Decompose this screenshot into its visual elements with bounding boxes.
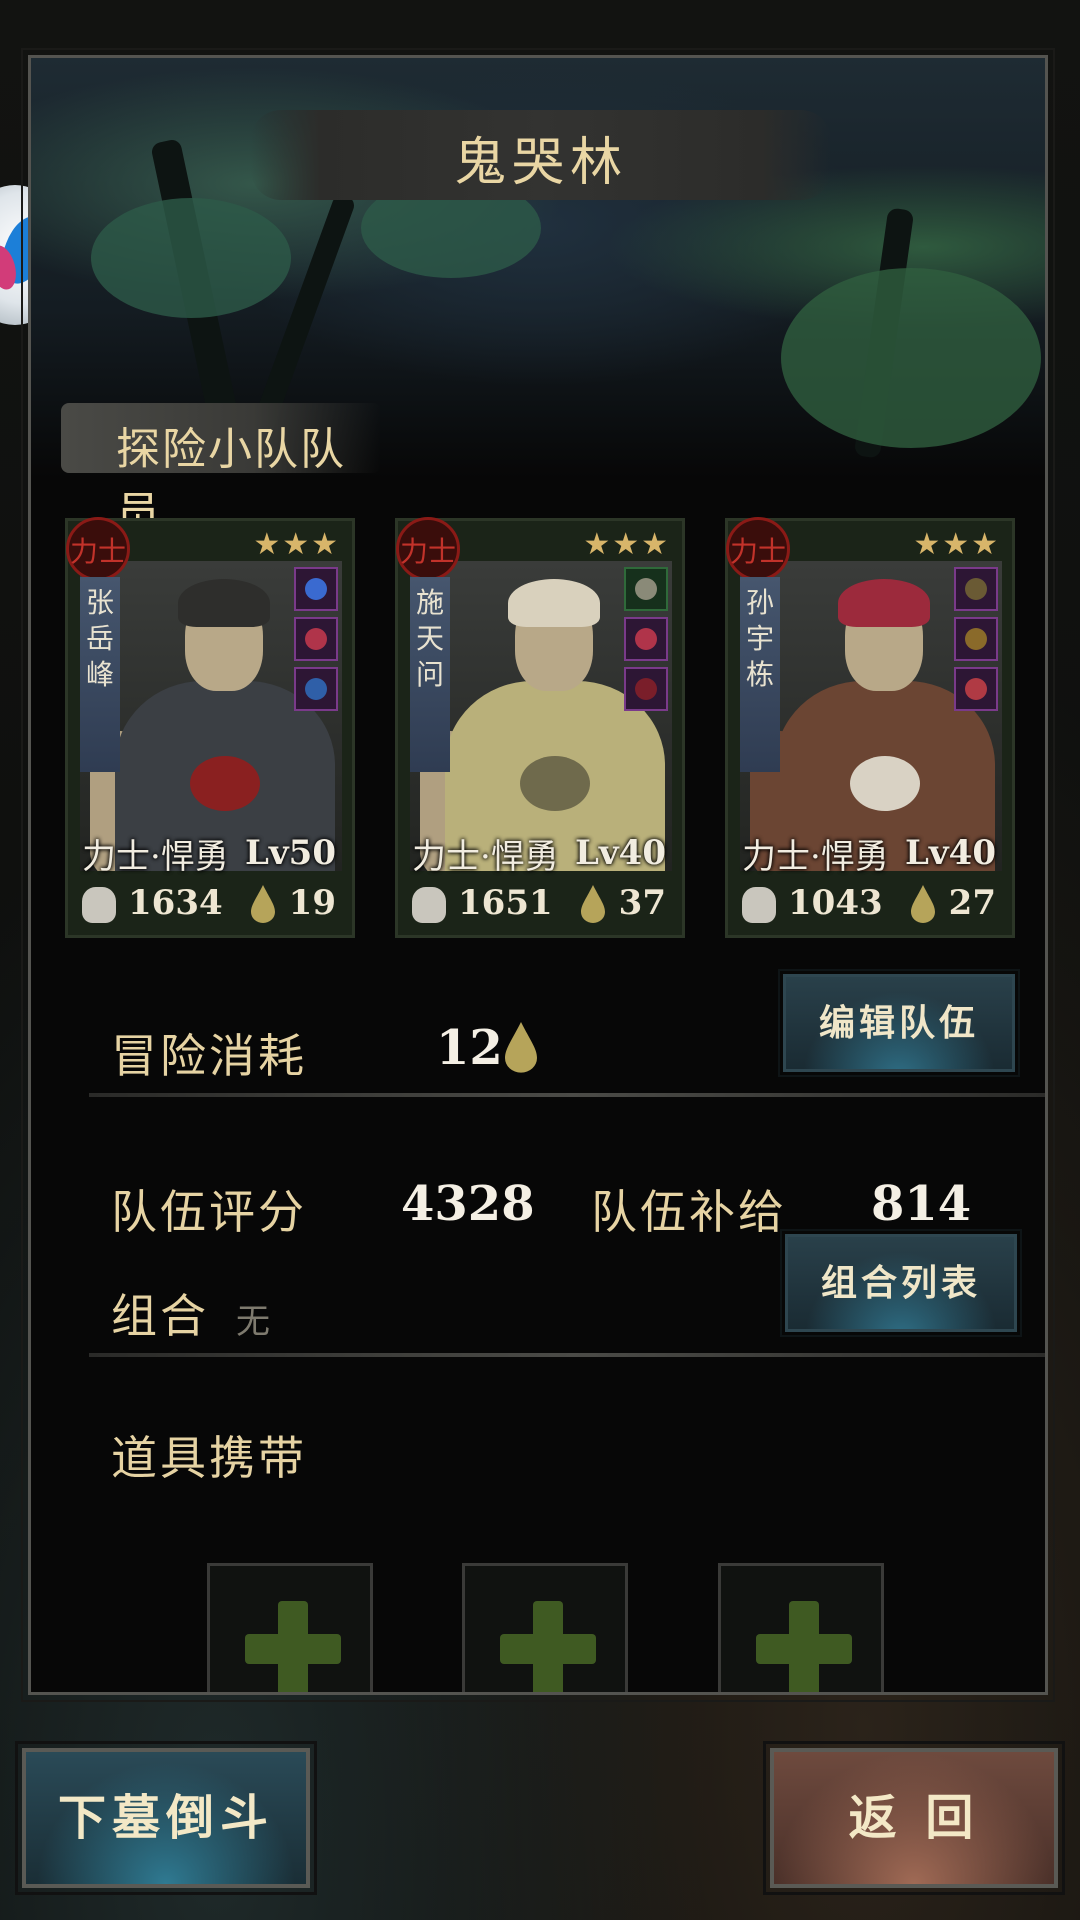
- drop-icon: [581, 885, 605, 923]
- item-slot[interactable]: [207, 1563, 373, 1692]
- return-button[interactable]: 返 回: [763, 1741, 1065, 1895]
- equipment-slot: [954, 567, 998, 611]
- class-badge: 力士: [726, 517, 790, 581]
- member-card[interactable]: 力士 ★★★ 施 天 问 力士·悍勇 Lv40 1651 37: [395, 517, 685, 938]
- member-class: 力士·悍勇: [742, 837, 889, 877]
- member-name: 张 岳 峰: [80, 577, 120, 772]
- member-supply: 37: [618, 883, 666, 923]
- member-power: 1651: [458, 883, 553, 923]
- equipment-slot: [624, 617, 668, 661]
- member-name: 施 天 问: [410, 577, 450, 772]
- plus-icon: [756, 1601, 852, 1692]
- star-rating: ★★★: [253, 527, 340, 562]
- equipment-slots: [954, 567, 1000, 717]
- team-supply-label: 队伍补给: [591, 1185, 787, 1239]
- member-stats: 1651 37: [406, 881, 676, 931]
- star-rating: ★★★: [913, 527, 1000, 562]
- equipment-slot: [624, 667, 668, 711]
- member-level: Lv50: [245, 833, 336, 873]
- adventure-cost-value: 12: [436, 1020, 503, 1076]
- member-level: Lv40: [905, 833, 996, 873]
- member-class: 力士·悍勇: [412, 837, 559, 877]
- member-class: 力士·悍勇: [82, 837, 229, 877]
- member-card[interactable]: 力士 ★★★ 孙 宇 栋 力士·悍勇 Lv40 1043 27: [725, 517, 1015, 938]
- item-slot[interactable]: [462, 1563, 628, 1692]
- team-score-value: 4328: [401, 1176, 535, 1232]
- section-header: 探险小队队员: [61, 403, 381, 539]
- equipment-slot: [294, 617, 338, 661]
- combo-value: 无: [236, 1302, 270, 1342]
- member-supply: 19: [288, 883, 336, 923]
- member-name: 孙 宇 栋: [740, 577, 780, 772]
- divider: [89, 1353, 1045, 1357]
- member-power: 1634: [128, 883, 223, 923]
- plus-icon: [245, 1601, 341, 1692]
- member-stats: 1043 27: [736, 881, 1006, 931]
- equipment-slot: [954, 617, 998, 661]
- divider: [89, 1093, 1045, 1097]
- equipment-slots: [294, 567, 340, 717]
- edit-team-button[interactable]: 编辑队伍: [778, 969, 1020, 1077]
- member-supply: 27: [948, 883, 996, 923]
- drop-icon: [911, 885, 935, 923]
- member-level: Lv40: [575, 833, 666, 873]
- adventure-cost-label: 冒险消耗: [111, 1029, 307, 1083]
- combo-list-button[interactable]: 组合列表: [780, 1229, 1022, 1337]
- plus-icon: [500, 1601, 596, 1692]
- team-supply-value: 814: [871, 1176, 972, 1232]
- drop-icon: [505, 1022, 537, 1073]
- member-stats: 1634 19: [76, 881, 346, 931]
- equipment-slot: [954, 667, 998, 711]
- member-power: 1043: [788, 883, 883, 923]
- star-rating: ★★★: [583, 527, 670, 562]
- fist-icon: [742, 887, 776, 923]
- fist-icon: [82, 887, 116, 923]
- items-carry-label: 道具携带: [111, 1431, 307, 1485]
- equipment-slots: [624, 567, 670, 717]
- equipment-slot: [294, 567, 338, 611]
- class-badge: 力士: [66, 517, 130, 581]
- equipment-slot: [624, 567, 668, 611]
- combo-label: 组合: [111, 1289, 209, 1343]
- equipment-slot: [294, 667, 338, 711]
- class-badge: 力士: [396, 517, 460, 581]
- team-score-label: 队伍评分: [111, 1185, 307, 1239]
- member-card[interactable]: 力士 ★★★ 张 岳 峰 力士·悍勇 Lv50 1634 19: [65, 517, 355, 938]
- map-title: 鬼哭林: [453, 133, 628, 193]
- fist-icon: [412, 887, 446, 923]
- item-slot[interactable]: [718, 1563, 884, 1692]
- drop-icon: [251, 885, 275, 923]
- expedition-panel: 鬼哭林 探险小队队员 力士 ★★★ 张 岳 峰 力士·悍勇 Lv50 1634: [21, 48, 1055, 1702]
- descend-button[interactable]: 下墓倒斗: [15, 1741, 317, 1895]
